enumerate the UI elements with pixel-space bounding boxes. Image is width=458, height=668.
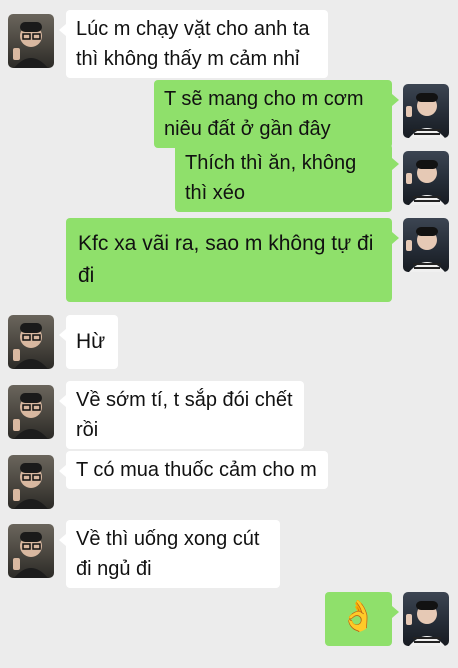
ok-hand-icon: 👌: [339, 600, 378, 633]
my-avatar[interactable]: [403, 218, 449, 272]
outgoing-message[interactable]: Kfc xa vãi ra, sao m không tự đi đi: [66, 218, 399, 302]
incoming-message[interactable]: Lúc m chạy vặt cho anh ta thì không thấy…: [59, 10, 328, 78]
contact-avatar[interactable]: [8, 524, 54, 578]
outgoing-message[interactable]: T sẽ mang cho m cơm niêu đất ở gần đây: [154, 80, 399, 148]
outgoing-message[interactable]: Thích thì ăn, không thì xéo: [175, 144, 399, 212]
contact-avatar[interactable]: [8, 455, 54, 509]
incoming-message[interactable]: T có mua thuốc cảm cho m: [59, 451, 328, 489]
contact-avatar[interactable]: [8, 14, 54, 68]
my-avatar[interactable]: [403, 84, 449, 138]
incoming-message[interactable]: Về sớm tí, t sắp đói chết rồi: [59, 381, 304, 449]
outgoing-message[interactable]: 👌: [325, 592, 399, 646]
chat-view: Lúc m chạy vặt cho anh ta thì không thấy…: [0, 0, 458, 668]
contact-avatar[interactable]: [8, 385, 54, 439]
incoming-message[interactable]: Về thì uống xong cút đi ngủ đi: [59, 520, 280, 588]
my-avatar[interactable]: [403, 592, 449, 646]
my-avatar[interactable]: [403, 151, 449, 205]
incoming-message[interactable]: Hừ: [59, 315, 118, 369]
contact-avatar[interactable]: [8, 315, 54, 369]
